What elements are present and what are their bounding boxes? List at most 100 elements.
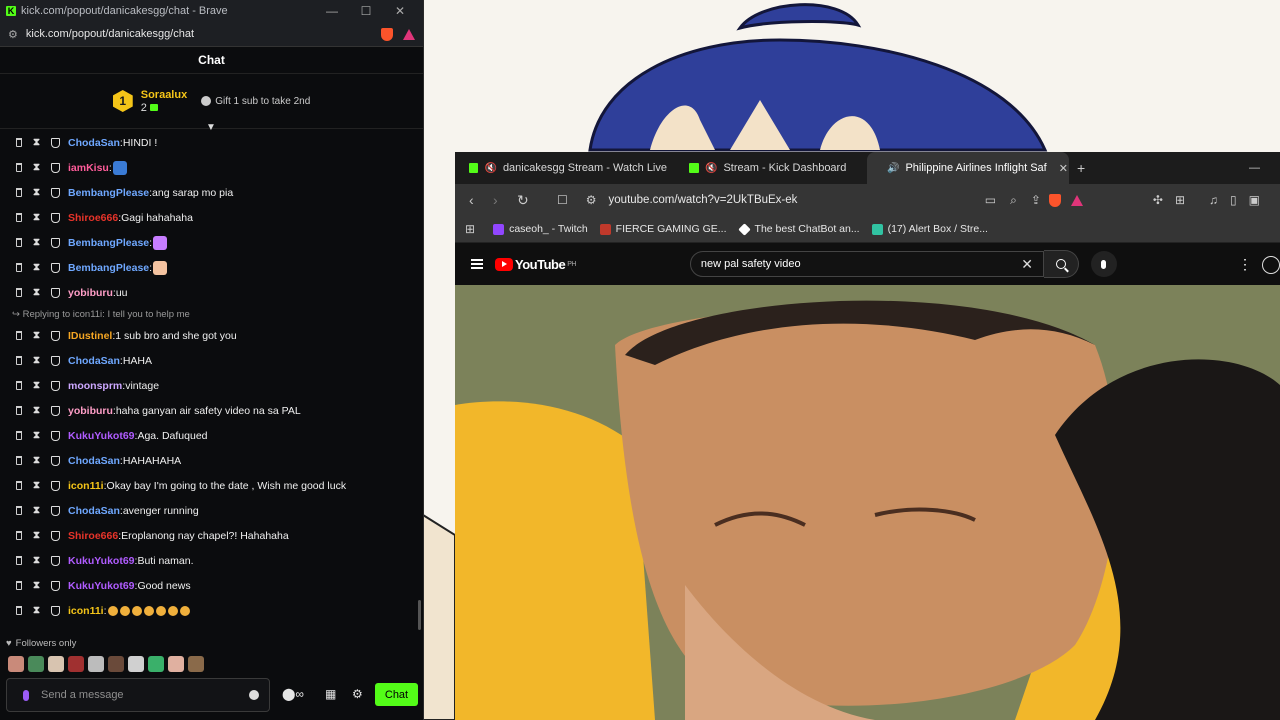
chat-username[interactable]: iamKisu — [68, 162, 109, 174]
minimize-button[interactable]: — — [315, 4, 349, 18]
delete-icon[interactable] — [16, 531, 22, 540]
chat-username[interactable]: ChodaSan — [68, 505, 120, 517]
new-tab-button[interactable]: + — [1077, 160, 1085, 176]
address-url[interactable]: youtube.com/watch?v=2UkTBuEx-ek — [609, 194, 798, 206]
menu-icon[interactable] — [471, 257, 483, 272]
timeout-icon[interactable]: ⧗ — [33, 237, 41, 248]
timeout-icon[interactable]: ⧗ — [33, 287, 41, 298]
muted-icon[interactable]: 🔇 — [705, 163, 717, 174]
delete-icon[interactable] — [16, 163, 22, 172]
delete-icon[interactable] — [16, 606, 22, 615]
brave-shield-icon[interactable] — [381, 27, 393, 41]
voice-search-button[interactable] — [1090, 251, 1117, 277]
delete-icon[interactable] — [16, 331, 22, 340]
timeout-icon[interactable]: ⧗ — [33, 430, 41, 441]
delete-icon[interactable] — [16, 188, 22, 197]
maximize-button[interactable]: ☐ — [349, 4, 383, 18]
timeout-icon[interactable]: ⧗ — [33, 380, 41, 391]
chat-username[interactable]: ChodaSan — [68, 137, 120, 149]
search-value[interactable]: new pal safety video — [701, 258, 801, 270]
bookmark-icon[interactable]: ☐ — [557, 193, 568, 207]
address-bar[interactable]: ☐ ⚙ youtube.com/watch?v=2UkTBuEx-ek ▭ ⌕ … — [557, 193, 1083, 208]
chat-username[interactable]: moonsprm — [68, 380, 122, 392]
close-tab-icon[interactable]: ✕ — [1059, 162, 1068, 175]
avatar[interactable] — [188, 656, 204, 672]
chat-username[interactable]: Shiroe666 — [68, 212, 118, 224]
chat-username[interactable]: yobiburu — [68, 287, 113, 299]
delete-icon[interactable] — [16, 406, 22, 415]
site-settings-icon[interactable]: ⚙ — [8, 28, 18, 41]
chat-username[interactable]: ChodaSan — [68, 355, 120, 367]
avatar[interactable] — [168, 656, 184, 672]
timeout-icon[interactable]: ⧗ — [33, 555, 41, 566]
timeout-icon[interactable]: ⧗ — [33, 405, 41, 416]
avatar[interactable] — [68, 656, 84, 672]
timeout-icon[interactable]: ⧗ — [33, 455, 41, 466]
chat-username[interactable]: BembangPlease — [68, 187, 149, 199]
emoji-icon[interactable] — [249, 690, 259, 700]
gift-leaderboard[interactable]: 1 Soraalux 2 Gift 1 sub to take 2nd ▼ — [0, 74, 423, 133]
delete-icon[interactable] — [16, 356, 22, 365]
bookmark-item[interactable]: caseoh_ - Twitch — [493, 223, 588, 235]
send-chat-button[interactable]: Chat — [375, 683, 418, 706]
cast-icon[interactable]: ▭ — [985, 193, 996, 207]
chat-username[interactable]: KukuYukot69 — [68, 430, 135, 442]
chat-username[interactable]: KukuYukot69 — [68, 555, 135, 567]
brave-shield-icon[interactable] — [1048, 193, 1061, 207]
chat-username[interactable]: Shiroe666 — [68, 530, 118, 542]
chat-scrollbar[interactable] — [418, 600, 421, 630]
site-settings-icon[interactable]: ⚙ — [586, 193, 597, 207]
timeout-icon[interactable]: ⧗ — [33, 580, 41, 591]
brave-rewards-icon[interactable] — [403, 28, 415, 40]
clear-search-icon[interactable]: ✕ — [1021, 256, 1033, 273]
chat-username[interactable]: KukuYukot69 — [68, 580, 135, 592]
tab-kick-stream[interactable]: 🔇 danicakesgg Stream - Watch Live — [455, 152, 675, 184]
avatar[interactable] — [88, 656, 104, 672]
chat-username[interactable]: yobiburu — [68, 405, 113, 417]
chat-username[interactable]: IDustinel — [68, 330, 112, 342]
timeout-icon[interactable]: ⧗ — [33, 330, 41, 341]
message-input[interactable]: Send a message — [6, 678, 270, 712]
search-input[interactable]: new pal safety video ✕ — [689, 251, 1044, 277]
timeout-icon[interactable]: ⧗ — [33, 137, 41, 148]
chat-username[interactable]: icon11i — [68, 605, 104, 617]
reload-icon[interactable]: ↻ — [517, 192, 529, 209]
chat-username[interactable]: ChodaSan — [68, 455, 120, 467]
avatar[interactable] — [128, 656, 144, 672]
close-button[interactable]: ✕ — [383, 4, 417, 18]
kicks-icon[interactable]: ⬤∞ — [282, 687, 304, 701]
timeout-icon[interactable]: ⧗ — [33, 262, 41, 273]
store-icon[interactable]: ▦ — [325, 687, 336, 701]
delete-icon[interactable] — [16, 381, 22, 390]
delete-icon[interactable] — [16, 288, 22, 297]
zoom-icon[interactable]: ⌕ — [1010, 193, 1017, 208]
delete-icon[interactable] — [16, 456, 22, 465]
bookmark-item[interactable]: The best ChatBot an... — [737, 222, 860, 236]
avatar[interactable] — [108, 656, 124, 672]
account-avatar[interactable] — [1262, 256, 1280, 274]
bookmark-item[interactable]: FIERCE GAMING GE... — [599, 223, 727, 235]
tab-youtube[interactable]: 🔊 Philippine Airlines Inflight Saf ✕ — [867, 152, 1069, 184]
share-icon[interactable]: ⇪ — [1031, 193, 1041, 207]
delete-icon[interactable] — [16, 556, 22, 565]
chat-username[interactable]: BembangPlease — [68, 237, 149, 249]
avatar[interactable] — [28, 656, 44, 672]
more-options-icon[interactable]: ⋮ — [1238, 256, 1252, 273]
tab-search-icon[interactable]: ⊞ — [1175, 193, 1185, 207]
timeout-icon[interactable]: ⧗ — [33, 187, 41, 198]
delete-icon[interactable] — [16, 213, 22, 222]
minimize-button[interactable]: — — [1249, 162, 1260, 174]
chat-username[interactable]: BembangPlease — [68, 262, 149, 274]
chat-username[interactable]: icon11i — [68, 480, 104, 492]
timeout-icon[interactable]: ⧗ — [33, 355, 41, 366]
delete-icon[interactable] — [16, 431, 22, 440]
wallet-icon[interactable]: ▣ — [1249, 193, 1260, 207]
avatar[interactable] — [148, 656, 164, 672]
youtube-logo[interactable]: YouTube PH — [495, 257, 576, 272]
sidebar-icon[interactable]: ▯ — [1230, 193, 1237, 207]
search-button[interactable] — [1043, 250, 1079, 278]
speaker-icon[interactable]: 🔊 — [887, 163, 899, 174]
mic-icon[interactable] — [23, 689, 29, 701]
avatar[interactable] — [8, 656, 24, 672]
gift-prompt[interactable]: Gift 1 sub to take 2nd — [201, 96, 310, 107]
